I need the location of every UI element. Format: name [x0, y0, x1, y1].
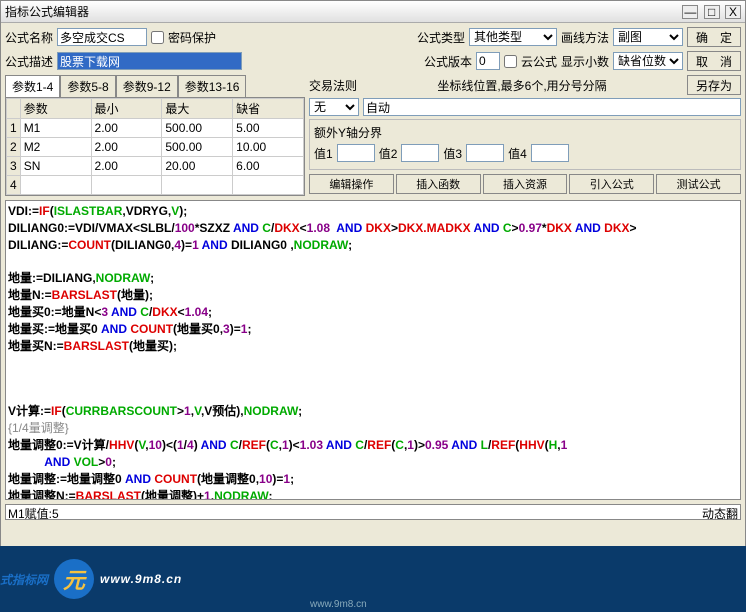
import-formula-button[interactable]: 引入公式	[569, 174, 654, 194]
window-title: 指标公式编辑器	[5, 3, 680, 20]
window-controls: — □ X	[680, 5, 741, 19]
test-formula-button[interactable]: 测试公式	[656, 174, 741, 194]
close-button[interactable]: X	[725, 5, 741, 19]
val1-input[interactable]	[337, 144, 375, 162]
formula-name-label: 公式名称	[5, 29, 53, 46]
minimize-button[interactable]: —	[682, 5, 698, 19]
val2-input[interactable]	[401, 144, 439, 162]
password-checkbox[interactable]	[151, 31, 164, 44]
ok-button[interactable]: 确 定	[687, 27, 741, 47]
formula-editor-window: 指标公式编辑器 — □ X 公式名称 密码保护 公式类型 其他类型 画线方法 副…	[0, 0, 746, 612]
decimal-label: 显示小数	[561, 53, 609, 70]
tab-param-13-16[interactable]: 参数13-16	[178, 75, 247, 97]
coord-hint: 坐标线位置,最多6个,用分号分隔	[361, 77, 683, 94]
formula-type-label: 公式类型	[417, 29, 465, 46]
watermark-logo-icon: 元	[54, 559, 94, 599]
formula-name-input[interactable]	[57, 28, 147, 46]
trade-rule-label: 交易法则	[309, 77, 357, 94]
password-label: 密码保护	[168, 29, 216, 46]
val3-input[interactable]	[466, 144, 504, 162]
formula-version-input[interactable]	[476, 52, 500, 70]
status-bar: M1赋值:5 动态翻	[5, 504, 741, 520]
extra-y-label: 额外Y轴分界	[314, 124, 382, 141]
edit-op-button[interactable]: 编辑操作	[309, 174, 394, 194]
maximize-button[interactable]: □	[704, 5, 720, 19]
param-row[interactable]: 3	[7, 157, 304, 176]
param-tabs: 参数1-4 参数5-8 参数9-12 参数13-16	[5, 75, 305, 97]
draw-method-select[interactable]: 副图	[613, 28, 683, 46]
watermark: 式指标网 元 www.9m8.cn www.9m8.cn	[0, 546, 746, 612]
code-editor[interactable]: VDI:=IF(ISLASTBAR,VDRYG,V);DILIANG0:=VDI…	[5, 200, 741, 500]
status-right: 动态翻	[702, 505, 738, 519]
param-row[interactable]: 4	[7, 176, 304, 195]
insert-res-button[interactable]: 插入资源	[483, 174, 568, 194]
titlebar: 指标公式编辑器 — □ X	[1, 1, 745, 23]
cloud-label: 云公式	[521, 53, 557, 70]
formula-desc-input[interactable]: 股票下载网WWW.GPXIAZAI.COM	[57, 52, 242, 70]
param-grid: 参数最小最大缺省1234	[5, 97, 305, 196]
coord-input[interactable]	[363, 98, 741, 116]
trade-rule-select[interactable]: 无	[309, 98, 359, 116]
decimal-select[interactable]: 缺省位数	[613, 52, 683, 70]
formula-type-select[interactable]: 其他类型	[469, 28, 557, 46]
insert-func-button[interactable]: 插入函数	[396, 174, 481, 194]
param-row[interactable]: 2	[7, 138, 304, 157]
tab-param-9-12[interactable]: 参数9-12	[116, 75, 178, 97]
tab-param-1-4[interactable]: 参数1-4	[5, 75, 60, 97]
draw-method-label: 画线方法	[561, 29, 609, 46]
saveas-button[interactable]: 另存为	[687, 75, 741, 95]
cancel-button[interactable]: 取 消	[687, 51, 741, 71]
status-left: M1赋值:5	[8, 505, 702, 519]
tab-param-5-8[interactable]: 参数5-8	[60, 75, 115, 97]
formula-desc-label: 公式描述	[5, 53, 53, 70]
formula-version-label: 公式版本	[424, 53, 472, 70]
cloud-checkbox[interactable]	[504, 55, 517, 68]
param-row[interactable]: 1	[7, 119, 304, 138]
val4-input[interactable]	[531, 144, 569, 162]
